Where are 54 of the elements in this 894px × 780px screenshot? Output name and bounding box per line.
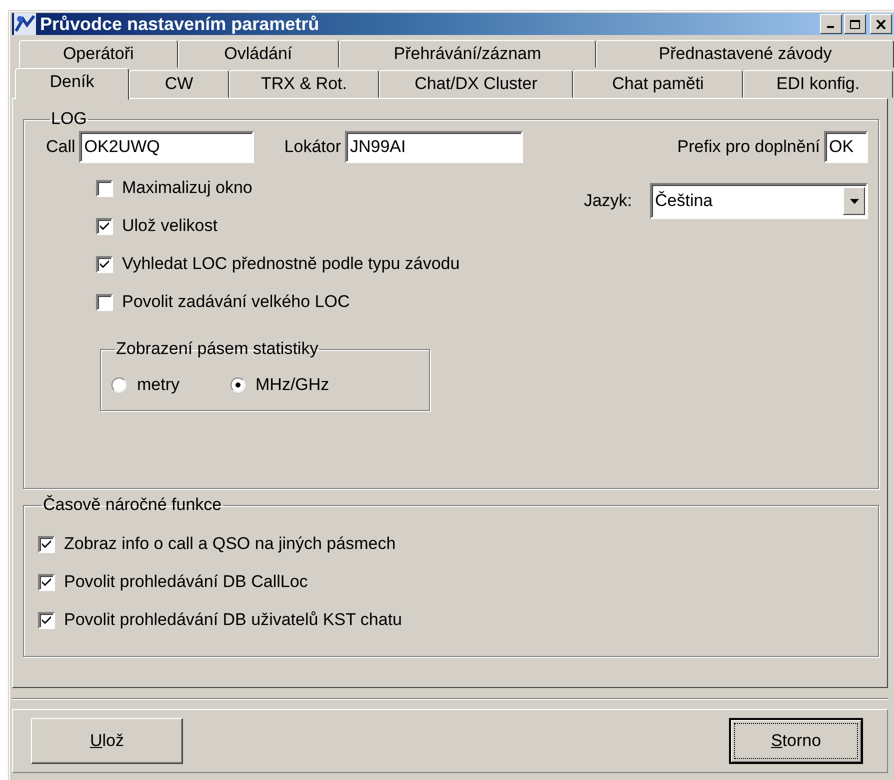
checkbox-label: Povolit prohledávání DB CallLoc [64, 572, 308, 592]
checkbox[interactable] [38, 574, 55, 590]
tab[interactable]: Ovládání [178, 40, 339, 68]
checkbox-label: Povolit zadávání velkého LOC [122, 292, 350, 312]
checkbox[interactable] [96, 180, 113, 196]
check-icon [100, 222, 109, 230]
input-field[interactable]: JN99AI [345, 131, 523, 163]
group-title: Zobrazení pásem statistiky [115, 339, 320, 359]
group-title: LOG [50, 109, 88, 129]
maximize-button[interactable] [844, 14, 866, 34]
tab[interactable]: CW [129, 70, 229, 98]
checkbox[interactable] [96, 294, 113, 310]
input-field[interactable]: OK [824, 131, 868, 163]
radio-button[interactable] [230, 376, 246, 392]
checkbox-label: Vyhledat LOC přednostně podle typu závodu [122, 254, 460, 274]
checkbox[interactable] [96, 256, 113, 272]
radio-label: MHz/GHz [256, 374, 330, 394]
group-title: Časově náročné funkce [42, 495, 223, 515]
language-dropdown[interactable]: Čeština [650, 183, 868, 219]
field-label: Prefix pro doplnění [677, 137, 820, 157]
checkbox[interactable] [38, 536, 55, 552]
dropdown-arrow-icon [850, 198, 858, 204]
check-icon [42, 578, 51, 586]
checkbox-label: Zobraz info o call a QSO na jiných pásmech [64, 534, 396, 554]
close-icon [876, 20, 886, 28]
field-label: Call [46, 137, 76, 157]
close-button[interactable] [870, 14, 892, 34]
checkbox-label: Ulož velikost [122, 216, 218, 236]
save-button[interactable]: Ulož [31, 718, 183, 764]
tab[interactable]: Operátoři [19, 40, 178, 68]
tab[interactable]: Chat paměti [573, 70, 743, 98]
check-icon [100, 260, 109, 268]
tab[interactable]: EDI konfig. [743, 70, 893, 98]
checkbox[interactable] [96, 218, 113, 234]
checkbox[interactable] [38, 612, 55, 628]
check-icon [42, 540, 51, 548]
checkbox-label: Maximalizuj okno [122, 178, 252, 198]
tab[interactable]: TRX & Rot. [229, 70, 379, 98]
field-label: Jazyk: [584, 191, 632, 211]
input-field[interactable]: OK2UWQ [79, 131, 254, 163]
window-title: Průvodce nastavením parametrů [40, 14, 320, 34]
field-label: Lokátor [284, 137, 341, 157]
tab[interactable]: Chat/DX Cluster [379, 70, 573, 98]
tab[interactable]: Přehrávání/záznam [338, 40, 596, 68]
app-icon [14, 13, 36, 35]
checkbox-label: Povolit prohledávání DB uživatelů KST chatu [64, 610, 402, 630]
minimize-button[interactable] [820, 14, 842, 34]
cancel-button[interactable]: Storno [729, 718, 863, 764]
tab[interactable]: Přednastavené závody [596, 40, 894, 68]
maximize-icon [850, 20, 860, 28]
tab[interactable]: Deník [15, 68, 129, 100]
radio-button[interactable] [111, 376, 127, 392]
check-icon [42, 616, 51, 624]
radio-label: metry [137, 374, 180, 394]
